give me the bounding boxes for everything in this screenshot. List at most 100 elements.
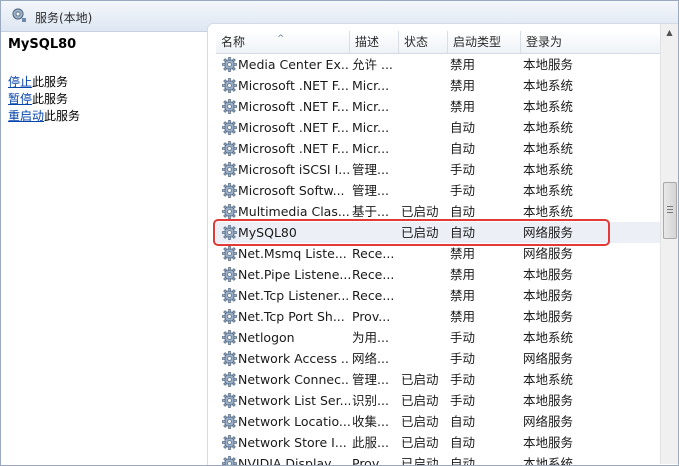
service-name: Microsoft iSCSI I... [238, 162, 350, 177]
column-header-logon-as[interactable]: 登录为 [521, 31, 661, 53]
service-row[interactable]: Net.Pipe Listene... Rece... 禁用 本地服务 [216, 264, 661, 285]
service-name: Microsoft .NET F... [238, 99, 349, 114]
service-row[interactable]: Microsoft Softw... 管理... 手动 本地系统 [216, 180, 661, 201]
service-status [401, 159, 445, 180]
service-status [401, 327, 445, 348]
thumb-grip-line [667, 209, 673, 210]
service-startup-type: 手动 [450, 162, 476, 177]
service-row[interactable]: Network Store I... 此服... 已启动 自动 本地服务 [216, 432, 661, 453]
service-startup-type: 手动 [450, 393, 476, 408]
service-logon-as: 本地系统 [523, 456, 574, 466]
service-row[interactable]: Network Locatio... 收集... 已启动 自动 网络服务 [216, 411, 661, 432]
service-name: Net.Msmq Liste... [238, 246, 347, 261]
service-gear-icon [222, 309, 237, 324]
service-gear-icon [222, 57, 237, 72]
service-gear-icon [222, 162, 237, 177]
column-header-startup-type[interactable]: 启动类型 [448, 31, 521, 53]
service-name: Multimedia Clas... [238, 204, 350, 219]
service-gear-icon [222, 120, 237, 135]
service-startup-type: 禁用 [450, 246, 476, 261]
service-logon-as: 网络服务 [523, 225, 574, 240]
service-row[interactable]: Multimedia Clas... 基于... 已启动 自动 本地系统 [216, 201, 661, 222]
service-startup-type: 自动 [450, 435, 476, 450]
scroll-thumb[interactable] [663, 182, 677, 239]
service-startup-type: 自动 [450, 456, 476, 466]
service-status: 已启动 [401, 393, 439, 408]
service-gear-icon [222, 78, 237, 93]
service-gear-icon [222, 246, 237, 261]
service-name: Microsoft Softw... [238, 183, 345, 198]
service-status [401, 306, 445, 327]
service-startup-type: 手动 [450, 183, 476, 198]
selected-service-name: MySQL80 [8, 37, 77, 52]
service-logon-as: 本地系统 [523, 183, 574, 198]
service-status [401, 96, 445, 117]
vertical-scrollbar[interactable]: ▲ [660, 24, 678, 464]
service-description: Micr... [352, 120, 390, 135]
pause-service-link[interactable]: 暂停 [8, 92, 32, 106]
column-header-status-label: 状态 [404, 35, 429, 49]
column-header-name[interactable]: ^ 名称 [216, 31, 350, 53]
service-row[interactable]: Net.Msmq Liste... Rece... 禁用 网络服务 [216, 243, 661, 264]
service-gear-icon [222, 99, 237, 114]
service-description: 管理... [352, 372, 389, 387]
service-status: 已启动 [401, 225, 439, 240]
service-name: Net.Pipe Listene... [238, 267, 350, 282]
service-startup-type: 禁用 [450, 78, 476, 93]
service-row[interactable]: Network Access ... 网络... 手动 网络服务 [216, 348, 661, 369]
service-description: Rece... [352, 288, 395, 303]
service-logon-as: 本地系统 [523, 204, 574, 219]
task-pane: MySQL80 停止此服务 暂停此服务 重启动此服务 [1, 32, 207, 465]
service-row[interactable]: Microsoft iSCSI I... 管理... 手动 本地系统 [216, 159, 661, 180]
service-row[interactable]: Network List Ser... 识别... 已启动 手动 本地服务 [216, 390, 661, 411]
service-startup-type: 禁用 [450, 267, 476, 282]
service-startup-type: 自动 [450, 225, 476, 240]
stop-service-link[interactable]: 停止 [8, 75, 32, 89]
service-row[interactable]: Microsoft .NET F... Micr... 禁用 本地系统 [216, 75, 661, 96]
service-gear-icon [222, 204, 237, 219]
column-header-name-label: 名称 [221, 35, 246, 49]
service-row[interactable]: Net.Tcp Port Sh... Prov... 禁用 本地服务 [216, 306, 661, 327]
service-logon-as: 本地系统 [523, 141, 574, 156]
service-gear-icon [222, 351, 237, 366]
service-startup-type: 禁用 [450, 288, 476, 303]
column-header-startup-type-label: 启动类型 [453, 35, 502, 49]
service-startup-type: 自动 [450, 204, 476, 219]
service-row[interactable]: Microsoft .NET F... Micr... 禁用 本地系统 [216, 96, 661, 117]
column-header-logon-as-label: 登录为 [526, 35, 563, 49]
service-row[interactable]: Microsoft .NET F... Micr... 自动 本地系统 [216, 138, 661, 159]
service-description: 管理... [352, 162, 389, 177]
column-header-description[interactable]: 描述 [350, 31, 399, 53]
service-row[interactable]: NVIDIA Display ... Prov... 已启动 自动 本地系统 [216, 453, 661, 466]
column-header-status[interactable]: 状态 [399, 31, 448, 53]
scroll-up-icon[interactable]: ▲ [661, 24, 678, 41]
service-row-selected[interactable]: MySQL80 已启动 自动 网络服务 [216, 222, 661, 243]
service-name: Net.Tcp Port Sh... [238, 309, 345, 324]
service-gear-icon [222, 393, 237, 408]
service-gear-icon [222, 414, 237, 429]
service-row[interactable]: Microsoft .NET F... Micr... 自动 本地系统 [216, 117, 661, 138]
service-name: Network List Ser... [238, 393, 350, 408]
service-name: Media Center Ex... [238, 57, 350, 72]
service-status [401, 180, 445, 201]
service-description: Micr... [352, 141, 390, 156]
service-startup-type: 手动 [450, 330, 476, 345]
service-row[interactable]: Network Connec... 管理... 已启动 手动 本地系统 [216, 369, 661, 390]
service-name: Microsoft .NET F... [238, 78, 349, 93]
service-description: 收集... [352, 414, 389, 429]
service-name: Network Access ... [238, 351, 350, 366]
service-startup-type: 禁用 [450, 309, 476, 324]
service-row[interactable]: Net.Tcp Listener... Rece... 禁用 本地服务 [216, 285, 661, 306]
thumb-grip-line [667, 212, 673, 213]
service-row[interactable]: Netlogon 为用... 手动 本地系统 [216, 327, 661, 348]
service-row[interactable]: Media Center Ex... 允许 ... 禁用 本地服务 [216, 54, 661, 75]
service-gear-icon [222, 372, 237, 387]
service-description [352, 222, 396, 243]
service-gear-icon [222, 141, 237, 156]
service-name: Network Locatio... [238, 414, 350, 429]
service-name: NVIDIA Display ... [238, 456, 348, 466]
stop-service-suffix: 此服务 [32, 75, 69, 89]
service-startup-type: 自动 [450, 414, 476, 429]
restart-service-link[interactable]: 重启动 [8, 109, 44, 123]
service-description: Rece... [352, 267, 395, 282]
